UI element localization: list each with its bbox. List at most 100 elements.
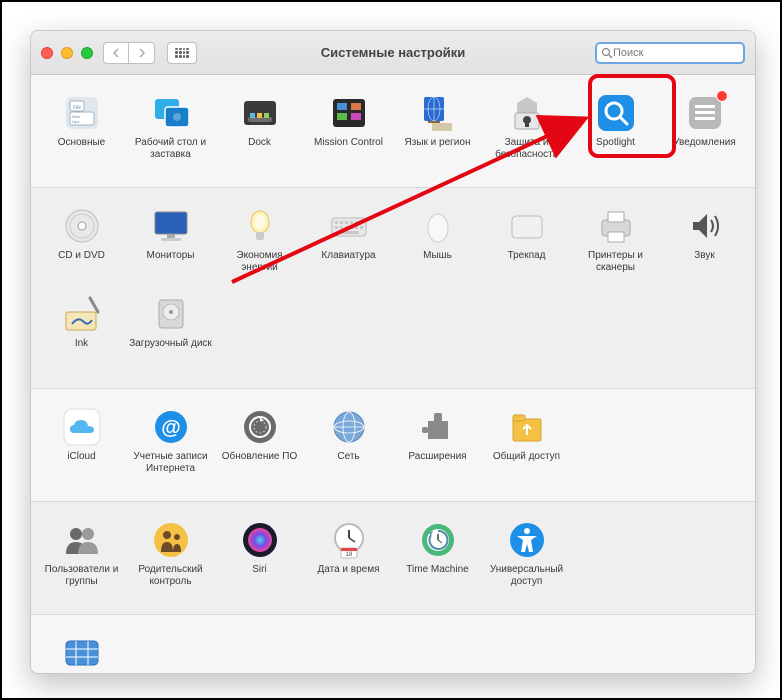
pref-internet-accounts[interactable]: @ Учетные записи Интернета	[126, 403, 215, 491]
ink-icon	[62, 294, 102, 334]
spotlight-icon	[596, 93, 636, 133]
section-personal: FileNewOpe Основные Рабочий стол и заста…	[31, 75, 755, 187]
pref-accessibility[interactable]: Универсальный доступ	[482, 516, 571, 604]
pref-label: Time Machine	[406, 564, 468, 576]
pref-label: Загрузочный диск	[129, 338, 212, 350]
datetime-icon: 18	[329, 520, 369, 560]
pref-dock[interactable]: Dock	[215, 89, 304, 177]
network-icon	[329, 407, 369, 447]
pref-software-update[interactable]: Обновление ПО	[215, 403, 304, 491]
pref-sharing[interactable]: Общий доступ	[482, 403, 571, 491]
search-field[interactable]	[595, 42, 745, 64]
pref-icloud[interactable]: iCloud	[37, 403, 126, 491]
pref-extensions[interactable]: Расширения	[393, 403, 482, 491]
pref-printers[interactable]: Принтеры и сканеры	[571, 202, 660, 290]
pref-label: Экономия энергии	[217, 250, 302, 273]
pref-ntfs[interactable]: NTFS for Mac	[37, 629, 126, 674]
pref-trackpad[interactable]: Трекпад	[482, 202, 571, 290]
general-icon: FileNewOpe	[62, 93, 102, 133]
svg-text:File: File	[73, 105, 81, 111]
pref-sound[interactable]: Звук	[660, 202, 749, 290]
mission-control-icon	[329, 93, 369, 133]
section-internet: iCloud @ Учетные записи Интернета Обновл…	[31, 389, 755, 501]
forward-button[interactable]	[129, 42, 155, 64]
pref-label: Обновление ПО	[222, 451, 297, 463]
pref-label: Уведомления	[673, 137, 736, 149]
pref-parental[interactable]: Родительский контроль	[126, 516, 215, 604]
zoom-button[interactable]	[81, 47, 93, 59]
security-icon	[507, 93, 547, 133]
minimize-button[interactable]	[61, 47, 73, 59]
pref-label: Универсальный доступ	[484, 564, 569, 587]
mouse-icon	[418, 206, 458, 246]
close-button[interactable]	[41, 47, 53, 59]
desktop-icon	[151, 93, 191, 133]
screenshot-frame: Системные настройки FileNewOpe Основные …	[0, 0, 782, 700]
printers-icon	[596, 206, 636, 246]
language-icon	[418, 93, 458, 133]
pref-label: Язык и регион	[405, 137, 471, 149]
pref-network[interactable]: Сеть	[304, 403, 393, 491]
pref-label: CD и DVD	[58, 250, 105, 262]
pref-datetime[interactable]: 18 Дата и время	[304, 516, 393, 604]
back-button[interactable]	[103, 42, 129, 64]
system-preferences-window: Системные настройки FileNewOpe Основные …	[30, 30, 756, 674]
pref-label: Мониторы	[147, 250, 195, 262]
pref-label: Mission Control	[314, 137, 383, 149]
pref-timemachine[interactable]: Time Machine	[393, 516, 482, 604]
pref-siri[interactable]: Siri	[215, 516, 304, 604]
pref-label: Spotlight	[596, 137, 635, 149]
ntfs-icon	[62, 633, 102, 673]
pref-desktop[interactable]: Рабочий стол и заставка	[126, 89, 215, 177]
pref-label: Принтеры и сканеры	[573, 250, 658, 273]
pref-mission-control[interactable]: Mission Control	[304, 89, 393, 177]
software-update-icon	[240, 407, 280, 447]
pref-label: Звук	[694, 250, 715, 262]
energy-icon	[240, 206, 280, 246]
displays-icon	[151, 206, 191, 246]
dock-icon	[240, 93, 280, 133]
pref-startup-disk[interactable]: Загрузочный диск	[126, 290, 215, 378]
svg-text:@: @	[161, 417, 181, 439]
window-controls	[41, 47, 93, 59]
pref-energy[interactable]: Экономия энергии	[215, 202, 304, 290]
pref-keyboard[interactable]: Клавиатура	[304, 202, 393, 290]
pref-label: Основные	[58, 137, 105, 149]
pref-ink[interactable]: Ink	[37, 290, 126, 378]
svg-text:18: 18	[345, 552, 352, 558]
parental-icon	[151, 520, 191, 560]
pref-label: Пользователи и группы	[39, 564, 124, 587]
pref-displays[interactable]: Мониторы	[126, 202, 215, 290]
notification-badge	[716, 90, 728, 102]
timemachine-icon	[418, 520, 458, 560]
pref-language[interactable]: Язык и регион	[393, 89, 482, 177]
pref-label: Сеть	[337, 451, 359, 463]
section-hardware: CD и DVD Мониторы Экономия энергии Клави…	[31, 187, 755, 389]
internet-accounts-icon: @	[151, 407, 191, 447]
pref-label: Трекпад	[508, 250, 546, 262]
pref-label: Dock	[248, 137, 271, 149]
pref-mouse[interactable]: Мышь	[393, 202, 482, 290]
cddvd-icon	[62, 206, 102, 246]
pref-label: Рабочий стол и заставка	[128, 137, 213, 160]
sharing-icon	[507, 407, 547, 447]
pref-security[interactable]: Защита и безопасность	[482, 89, 571, 177]
pref-label: iCloud	[67, 451, 95, 463]
users-icon	[62, 520, 102, 560]
pref-label: Родительский контроль	[128, 564, 213, 587]
keyboard-icon	[329, 206, 369, 246]
section-other: NTFS for Mac	[31, 615, 755, 674]
pref-notifications[interactable]: Уведомления	[660, 89, 749, 177]
pref-users[interactable]: Пользователи и группы	[37, 516, 126, 604]
trackpad-icon	[507, 206, 547, 246]
titlebar: Системные настройки	[31, 31, 755, 75]
pref-cddvd[interactable]: CD и DVD	[37, 202, 126, 290]
extensions-icon	[418, 407, 458, 447]
pref-label: Ink	[75, 338, 88, 350]
nav-buttons	[103, 42, 155, 64]
svg-text:Ope: Ope	[72, 119, 80, 124]
pref-spotlight[interactable]: Spotlight	[571, 89, 660, 177]
pref-general[interactable]: FileNewOpe Основные	[37, 89, 126, 177]
show-all-button[interactable]	[167, 42, 197, 64]
search-input[interactable]	[613, 47, 739, 59]
